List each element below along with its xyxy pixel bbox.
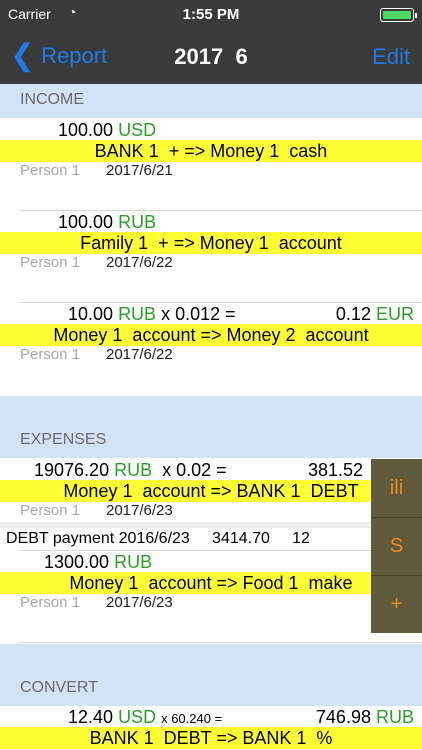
list-item-amount: 19076.20 RUB x 0.02 =	[34, 460, 227, 480]
person-label: Person 1	[20, 594, 81, 611]
date-label: 2017/6/23	[106, 502, 173, 519]
list-item-amount: 100.00 RUB	[58, 212, 157, 232]
section-header-expenses: EXPENSES	[0, 396, 422, 458]
side-action-panel: ili S +	[371, 459, 422, 633]
row-divider	[20, 302, 422, 303]
converted-amount: 0.12 EUR	[335, 304, 414, 324]
list-item-amount: 100.00 USD	[58, 120, 157, 140]
row-divider	[20, 642, 422, 643]
person-label: Person 1	[20, 254, 81, 271]
row-divider	[20, 210, 422, 211]
date-label: 2017/6/22	[106, 346, 173, 363]
converted-amount: 746.98 RUB	[315, 707, 414, 727]
person-label: Person 1	[20, 346, 81, 363]
converted-amount: 381.52	[308, 460, 364, 480]
navigation-bar: ❮ Report 2017 6 Edit	[0, 30, 422, 84]
battery-icon	[380, 8, 417, 22]
section-header-convert: CONVERT	[0, 644, 422, 706]
person-label: Person 1	[20, 162, 81, 179]
list-item-amount: 10.00 RUB x 0.012 =	[68, 304, 236, 324]
person-label: Person 1	[20, 502, 81, 519]
clock: 1:55 PM	[182, 6, 240, 23]
date-label: 2017/6/23	[106, 594, 173, 611]
list-item-amount: 12.40 USD x 60.240 =	[68, 707, 223, 727]
chart-button[interactable]: ili	[371, 459, 422, 517]
transfer-label[interactable]: Family 1 + => Money 1 account	[0, 232, 422, 254]
row-divider	[20, 550, 422, 551]
transfer-label[interactable]: BANK 1 DEBT => BANK 1 %	[0, 727, 422, 749]
add-button[interactable]: +	[371, 575, 422, 633]
date-label: 2017/6/21	[106, 162, 173, 179]
edit-button[interactable]: Edit	[372, 44, 410, 70]
debt-payment-line: DEBT payment 2016/6/23 3414.70 12	[6, 530, 310, 547]
section-header-income: INCOME	[0, 84, 422, 118]
row-spacer	[0, 522, 422, 528]
summary-button[interactable]: S	[371, 517, 422, 575]
page-title: 2017 6	[174, 44, 248, 69]
transfer-label[interactable]: Money 1 account => Food 1 make	[0, 572, 422, 594]
transfer-label[interactable]: Money 1 account => Money 2 account	[0, 324, 422, 346]
list-item-amount: 1300.00 RUB	[44, 552, 153, 572]
date-label: 2017/6/22	[106, 254, 173, 271]
transfer-label[interactable]: BANK 1 + => Money 1 cash	[0, 140, 422, 162]
transfer-label[interactable]: Money 1 account => BANK 1 DEBT	[0, 480, 422, 502]
status-bar: Carrier ◔ 1:55 PM	[0, 0, 422, 30]
